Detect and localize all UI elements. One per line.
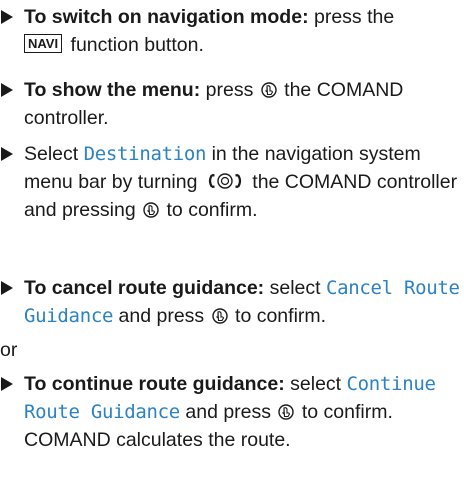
press-controller-icon <box>211 308 228 324</box>
or-separator: or <box>0 339 18 361</box>
press-controller-icon <box>278 404 295 420</box>
turn-controller-icon <box>208 173 241 189</box>
navi-key-label: NAVI <box>24 34 63 53</box>
step-label: To cancel route guidance: <box>24 277 265 299</box>
instruction-page: To switch on navigation mode: press the … <box>0 0 464 490</box>
press-controller-icon <box>261 82 277 98</box>
step-continue-route-guidance: To continue route guidance: select Conti… <box>0 370 462 454</box>
triangle-bullet-icon <box>1 10 13 24</box>
step-cancel-route-guidance: To cancel route guidance: select Cancel … <box>0 274 462 330</box>
step-label: To switch on navigation mode: <box>24 6 309 28</box>
menu-item-destination: Destination <box>83 143 207 165</box>
step-select-destination: Select Destination in the navigation sys… <box>0 140 462 224</box>
triangle-bullet-icon <box>1 281 13 295</box>
step-label: To continue route guidance: <box>24 373 285 395</box>
triangle-bullet-icon <box>1 147 13 161</box>
triangle-bullet-icon <box>1 83 13 97</box>
press-controller-icon <box>143 202 159 218</box>
step-label: To show the menu: <box>24 79 201 101</box>
result-text: COMAND calculates the route. <box>24 429 291 451</box>
step-switch-on-navigation: To switch on navigation mode: press the … <box>0 3 462 59</box>
step-show-menu: To show the menu: press the COMAND contr… <box>0 76 462 132</box>
triangle-bullet-icon <box>1 377 13 391</box>
